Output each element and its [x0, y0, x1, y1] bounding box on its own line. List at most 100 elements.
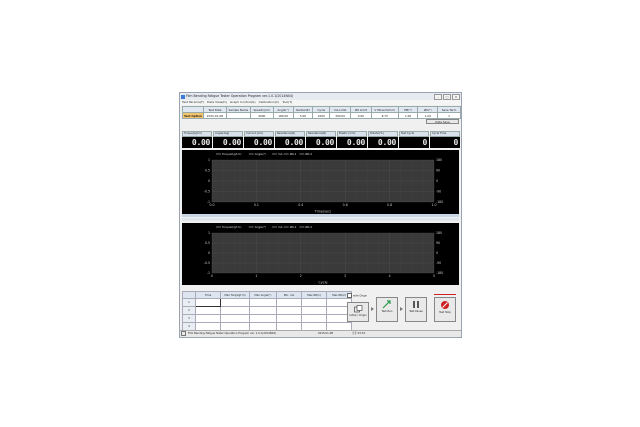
grid-header-max-angle[interactable]: Max Angle(°)	[249, 291, 277, 299]
row-number: 2	[182, 306, 196, 315]
initial-origin-button[interactable]: Initial / Origin	[347, 302, 369, 322]
status-date: 2015-01-08	[318, 332, 334, 335]
x-tick-label: 2	[300, 274, 302, 278]
cycle-field[interactable]: 1000	[312, 112, 331, 119]
r0-limit-field[interactable]: 0.00	[350, 112, 372, 119]
with-origin-label: with Origin	[353, 294, 368, 298]
grid-cell[interactable]	[276, 298, 302, 307]
y-left-tick-label: -1	[207, 200, 210, 204]
menu-tool[interactable]: Tool(T)	[282, 100, 292, 105]
meter-resistance-1: Resistance(Ω) 0.00	[275, 131, 305, 148]
menu-test-params[interactable]: Test Params(F)	[182, 100, 204, 105]
legend-item: Ø0-2	[299, 224, 312, 229]
grid-header-min-ma[interactable]: Min. mA	[276, 291, 302, 299]
x-tick-label: 4	[389, 274, 391, 278]
legend-item: mA	[271, 152, 283, 156]
r0-field[interactable]: 1.00	[417, 112, 439, 119]
config-row-label: Test Option	[182, 112, 204, 119]
legend-label: Ø0-1	[290, 224, 297, 229]
x-tick-label: 1	[255, 274, 257, 278]
test-stop-button[interactable]: Test Stop	[434, 297, 456, 322]
grid-cell[interactable]	[195, 298, 221, 307]
status-bar: Film Bending Fatigue Tester Operation Pr…	[180, 330, 461, 337]
control-panel: with Origin Initial / Origin Test Run Te…	[346, 293, 461, 329]
test-config-table: Test Date Sample Name Speed(rpm) Angle(°…	[182, 106, 461, 119]
grid-cell[interactable]	[195, 314, 221, 323]
window-title: Film Bending Fatigue Tester Operation Pr…	[186, 94, 294, 98]
main-window: Film Bending Fatigue Tester Operation Pr…	[179, 92, 462, 338]
row-number: 3	[182, 314, 196, 323]
grid-cell[interactable]	[276, 314, 302, 323]
grid-header-max-r0-1[interactable]: Max Ø0(1)	[301, 291, 327, 299]
meter-test-cycle: Test Cycle 0	[399, 131, 429, 148]
table-row[interactable]: 3	[182, 314, 352, 323]
grid-cell[interactable]	[249, 298, 277, 307]
ma-limit-field[interactable]: 300.00	[329, 112, 352, 119]
button-label: Initial / Origin	[349, 314, 367, 317]
y-right-tick-label: 90	[436, 169, 440, 173]
table-row[interactable]: 2	[182, 306, 352, 315]
arrow-right-icon	[400, 307, 403, 311]
meter-value: 0.00	[213, 137, 243, 148]
grid-cell[interactable]	[301, 306, 327, 315]
status-time: 오후 03:34	[352, 332, 366, 335]
legend-label: Angle(°)	[255, 225, 267, 229]
menu-data-view[interactable]: Data View(D)	[207, 100, 227, 105]
origin-icon	[353, 305, 362, 313]
time-chart: Torque(kgf·m) Angle(°) mA Ø0-1 Ø0-2 0.0 0.1 0.4…	[182, 150, 459, 214]
speed-field[interactable]: 4000	[249, 112, 274, 119]
menu-graph-control[interactable]: Graph Control(G)	[230, 100, 256, 105]
data-save-button[interactable]: Data Save	[426, 119, 459, 124]
grid-cell[interactable]	[195, 306, 221, 315]
meter-value: 0.00	[306, 137, 336, 148]
chart-separator	[182, 218, 459, 221]
grid-cell[interactable]	[249, 306, 277, 315]
y-right-tick-label: -90	[436, 190, 441, 194]
test-date-field[interactable]: 2015-01-08	[203, 112, 227, 119]
y-left-tick-label: 1	[208, 158, 210, 162]
arrow-right-icon	[371, 307, 374, 311]
checkbox-box[interactable]	[347, 293, 352, 298]
grid-cell[interactable]	[220, 298, 250, 307]
grid-cell[interactable]	[249, 314, 277, 323]
grid-cell[interactable]	[220, 306, 250, 315]
y-right-tick-label: -180	[436, 200, 443, 204]
title-bar: Film Bending Fatigue Tester Operation Pr…	[180, 93, 461, 100]
test-run-button[interactable]: Test Run	[376, 297, 398, 322]
table-row[interactable]: 1	[182, 298, 352, 307]
menu-calibration[interactable]: Calibration(C)	[259, 100, 280, 105]
legend-item: mA	[271, 225, 283, 229]
sample-name-field[interactable]	[225, 112, 251, 119]
legend-item: Torque(kgf·m)	[216, 225, 242, 229]
y-left-tick-label: 0	[208, 179, 210, 183]
meter-elastic: Elastic (mm) 0.00	[337, 131, 367, 148]
y-left-tick-label: 0	[208, 251, 210, 255]
pm-field[interactable]: 1.00	[397, 112, 419, 119]
x-tick-label: 0.8	[387, 203, 392, 207]
legend-label: Ø0-1	[290, 151, 297, 156]
grid-cell[interactable]	[276, 306, 302, 315]
y-right-tick-label: -90	[436, 261, 441, 265]
meter-value: 0	[399, 137, 429, 148]
grid-cell[interactable]	[220, 314, 250, 323]
angle-field[interactable]: 180.00	[272, 112, 294, 119]
legend-label: mA	[278, 152, 283, 156]
run-icon	[382, 300, 391, 309]
grid-header-time[interactable]: Time	[195, 291, 221, 299]
meter-strip: Torque(kgf·m) 0.00 Angle(deg) 0.00 Current…	[182, 131, 460, 148]
grid-header-corner	[182, 291, 196, 299]
radius-field[interactable]: 5.00	[292, 112, 314, 119]
meter-value: 0.00	[244, 137, 274, 148]
y-left-tick-label: -1	[207, 271, 210, 275]
grid-header-max-torque[interactable]: Max Torq(kgf·m)	[220, 291, 250, 299]
test-pause-button[interactable]: Test Pause	[405, 297, 427, 322]
y-right-tick-label: 180	[436, 158, 442, 162]
grid-cell[interactable]	[301, 298, 327, 307]
v-movem-field[interactable]: 8.75	[370, 112, 399, 119]
with-origin-checkbox[interactable]: with Origin	[347, 293, 367, 298]
grid-cell[interactable]	[301, 314, 327, 323]
save-term-field[interactable]: 1	[437, 112, 461, 119]
chart-separator	[182, 214, 459, 217]
legend-label: Ø0-2	[305, 151, 312, 156]
button-label: Test Pause	[409, 310, 423, 313]
